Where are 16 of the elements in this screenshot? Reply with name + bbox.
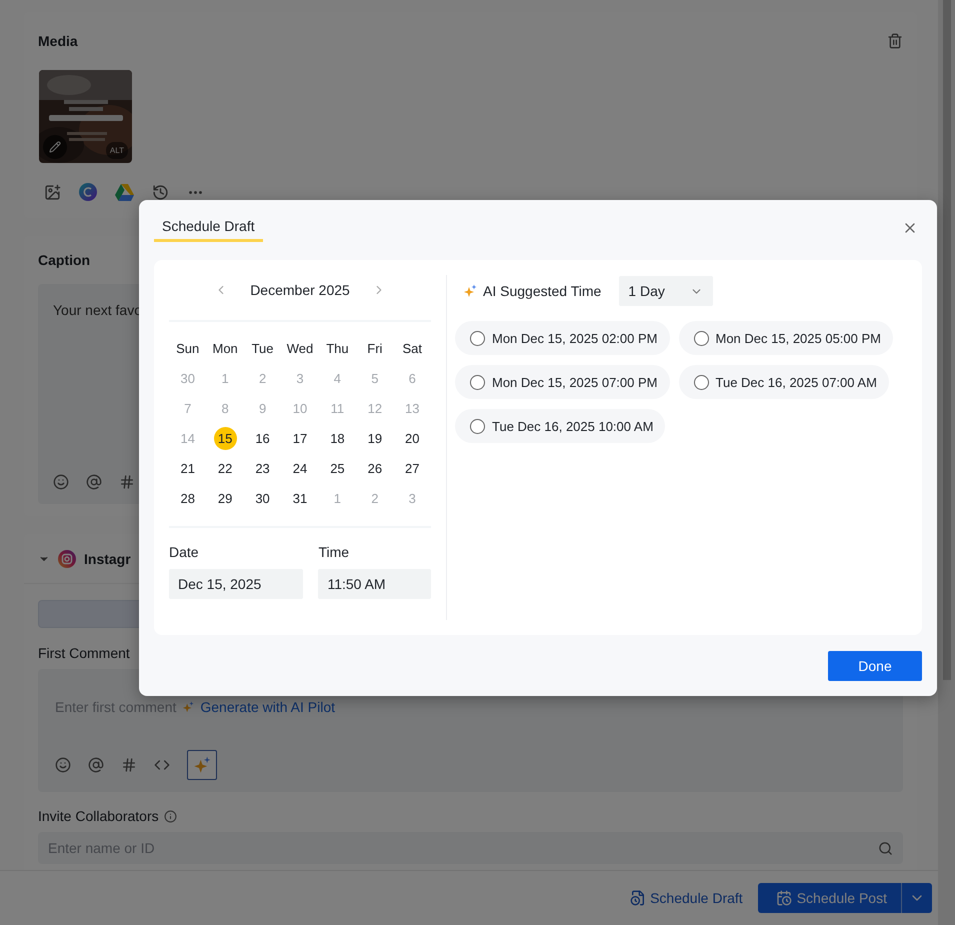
section-title: Caption [38,252,90,268]
field-label: First Comment [38,645,130,661]
field-label: Time [318,544,350,560]
weekday-label: Mon [211,340,239,358]
weekday-label: Wed [286,340,314,358]
section-title: Instagr [84,550,131,566]
weekday-label: Sun [175,340,200,358]
weekday-label: Thu [325,340,350,358]
weekday-label: Fri [366,340,384,358]
section-title: Media [38,33,78,49]
weekday-label: Sat [402,340,424,358]
ai-suggested-label: AI Suggested Time [483,283,602,299]
field-label: Date [169,544,200,560]
field-label: Invite Collaborators [38,808,159,824]
month-title: December 2025 [250,282,350,298]
weekday-label: Tue [250,340,275,358]
